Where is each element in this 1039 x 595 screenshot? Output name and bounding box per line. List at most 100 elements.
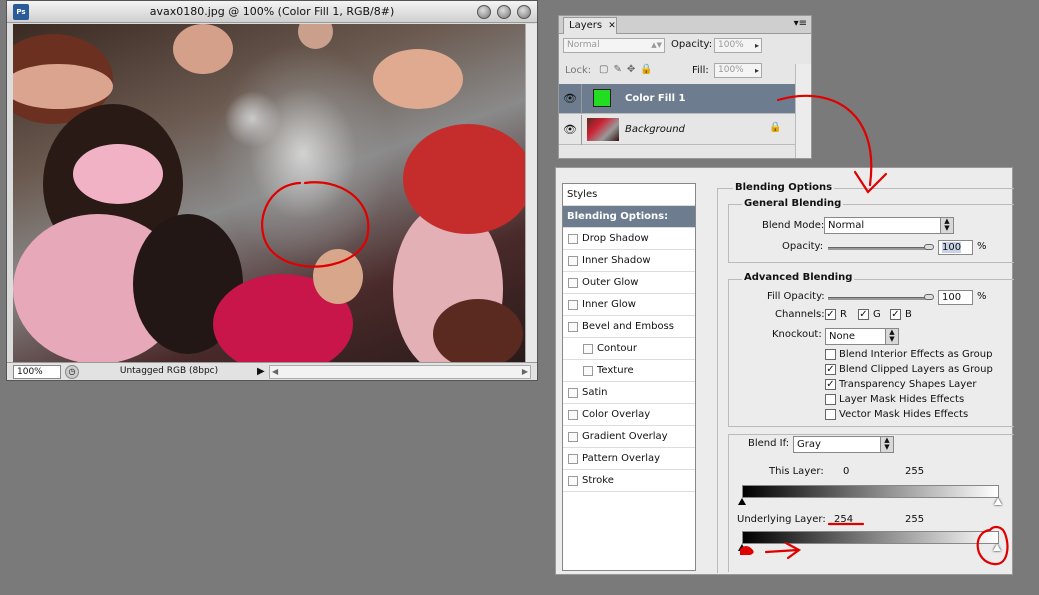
layers-scrollbar[interactable] <box>795 64 811 158</box>
style-item-gradient-overlay[interactable]: Gradient Overlay <box>563 426 695 448</box>
document-titlebar[interactable]: Ps avax0180.jpg @ 100% (Color Fill 1, RG… <box>7 1 537 23</box>
checkbox[interactable] <box>568 234 578 244</box>
checkbox[interactable] <box>568 278 578 288</box>
style-item-stroke[interactable]: Stroke <box>563 470 695 492</box>
checkbox[interactable] <box>568 322 578 332</box>
close-button[interactable] <box>517 5 531 19</box>
checkbox[interactable] <box>568 388 578 398</box>
layer-name[interactable]: Color Fill 1 <box>625 93 685 104</box>
style-item-inner-shadow[interactable]: Inner Shadow <box>563 250 695 272</box>
layer-row-color-fill[interactable]: 👁 Color Fill 1 <box>559 84 799 114</box>
checkbox[interactable] <box>568 476 578 486</box>
style-label: Texture <box>597 365 634 376</box>
lock-label: Lock: <box>565 65 592 76</box>
style-label: Pattern Overlay <box>582 453 661 464</box>
layer-blend-mode-select[interactable]: Normal ▲▼ <box>563 38 665 53</box>
blend-if-select[interactable]: Gray ▲ ▼ <box>793 436 894 453</box>
checkbox[interactable] <box>568 432 578 442</box>
fill-opacity-field[interactable]: 100 <box>938 290 973 305</box>
scroll-left-icon[interactable]: ◀ <box>272 367 278 376</box>
fill-opacity-label: Fill Opacity: <box>767 291 825 302</box>
vertical-scrollbar[interactable] <box>525 24 537 362</box>
checkbox[interactable] <box>568 410 578 420</box>
tab-layers[interactable]: Layers ✕ <box>563 17 617 34</box>
status-menu-icon[interactable]: ◷ <box>65 365 79 379</box>
style-item-pattern-overlay[interactable]: Pattern Overlay <box>563 448 695 470</box>
opacity-field[interactable]: 100 <box>938 240 973 255</box>
style-item-satin[interactable]: Satin <box>563 382 695 404</box>
fill-arrow-icon[interactable]: ▸ <box>755 64 759 77</box>
checkbox[interactable] <box>568 454 578 464</box>
style-item-blending-options[interactable]: Blending Options: Custom <box>563 206 695 243</box>
layer-blend-mode-value: Normal <box>567 40 600 50</box>
fill-swatch[interactable] <box>593 89 611 107</box>
style-label: Contour <box>597 343 637 354</box>
channel-g-label: G <box>873 309 881 320</box>
channel-g-checkbox[interactable]: ✓ <box>858 309 869 320</box>
zoom-button[interactable] <box>497 5 511 19</box>
layer-thumbnail <box>587 118 619 141</box>
checkbox[interactable] <box>568 256 578 266</box>
checkbox[interactable] <box>568 300 578 310</box>
this-layer-white-slider[interactable] <box>994 498 1002 505</box>
opacity-label: Opacity: <box>671 39 713 50</box>
zoom-field[interactable]: 100% <box>13 365 61 379</box>
blend-mode-select[interactable]: Normal ▲ ▼ <box>824 217 954 234</box>
underlying-white-slider[interactable] <box>993 544 1001 551</box>
eye-icon[interactable]: 👁 <box>563 123 577 136</box>
fill-opacity-slider[interactable] <box>828 297 932 300</box>
underlying-layer-ramp[interactable] <box>742 531 999 544</box>
layer-opacity-field[interactable]: 100% ▸ <box>714 38 762 53</box>
layer-row-background[interactable]: 👁 Background 🔒 <box>559 115 799 145</box>
this-layer-ramp[interactable] <box>742 485 999 498</box>
eye-icon[interactable]: 👁 <box>563 92 577 105</box>
style-label: Inner Shadow <box>582 255 651 266</box>
layer-style-dialog: Styles Blending Options: Custom Drop Sha… <box>555 167 1014 575</box>
knockout-label: Knockout: <box>772 329 822 340</box>
fill-opacity-value: 100 <box>942 292 962 303</box>
underlying-layer-low: 254 <box>834 514 854 525</box>
layer-fill-field[interactable]: 100% ▸ <box>714 63 762 78</box>
layer-mask-hides-checkbox[interactable] <box>825 394 836 405</box>
panel-menu-icon[interactable]: ▾≡ <box>794 18 807 29</box>
blend-if-value: Gray <box>797 439 821 450</box>
blend-mode-value: Normal <box>828 220 865 231</box>
fill-opacity-slider-knob[interactable] <box>924 294 934 300</box>
this-layer-low: 0 <box>843 466 850 477</box>
scroll-right-icon[interactable]: ▶ <box>522 367 528 376</box>
blend-clipped-checkbox[interactable]: ✓ <box>825 364 836 375</box>
opacity-arrow-icon[interactable]: ▸ <box>755 39 759 52</box>
checkbox[interactable] <box>583 366 593 376</box>
minimize-button[interactable] <box>477 5 491 19</box>
layer-name[interactable]: Background <box>625 124 685 135</box>
style-item-color-overlay[interactable]: Color Overlay <box>563 404 695 426</box>
lock-icons[interactable]: ▢✎✥🔒 <box>599 64 658 75</box>
transparency-shapes-label: Transparency Shapes Layer <box>839 379 977 390</box>
opacity-slider-knob[interactable] <box>924 244 934 250</box>
canvas-photo[interactable] <box>13 24 525 362</box>
style-item-bevel-emboss[interactable]: Bevel and Emboss <box>563 316 695 338</box>
knockout-select[interactable]: None ▲ ▼ <box>825 328 899 345</box>
channel-b-checkbox[interactable]: ✓ <box>890 309 901 320</box>
underlying-black-slider[interactable] <box>738 544 746 551</box>
blend-interior-checkbox[interactable] <box>825 349 836 360</box>
style-label: Drop Shadow <box>582 233 649 244</box>
channel-r-checkbox[interactable]: ✓ <box>825 309 836 320</box>
horizontal-scrollbar[interactable]: ◀ ▶ <box>269 365 531 379</box>
close-tab-icon[interactable]: ✕ <box>608 21 616 31</box>
styles-header[interactable]: Styles <box>563 184 695 206</box>
opacity-slider[interactable] <box>828 247 932 250</box>
blending-options-title: Blending Options <box>733 182 835 193</box>
style-item-texture[interactable]: Texture <box>563 360 695 382</box>
style-item-drop-shadow[interactable]: Drop Shadow <box>563 228 695 250</box>
transparency-shapes-checkbox[interactable]: ✓ <box>825 379 836 390</box>
vector-mask-hides-checkbox[interactable] <box>825 409 836 420</box>
this-layer-black-slider[interactable] <box>738 498 746 505</box>
style-item-contour[interactable]: Contour <box>563 338 695 360</box>
style-item-outer-glow[interactable]: Outer Glow <box>563 272 695 294</box>
status-arrow-icon[interactable]: ▶ <box>257 366 265 377</box>
checkbox[interactable] <box>583 344 593 354</box>
style-item-inner-glow[interactable]: Inner Glow <box>563 294 695 316</box>
layer-opacity-value: 100% <box>718 40 744 50</box>
fill-label: Fill: <box>692 65 709 76</box>
